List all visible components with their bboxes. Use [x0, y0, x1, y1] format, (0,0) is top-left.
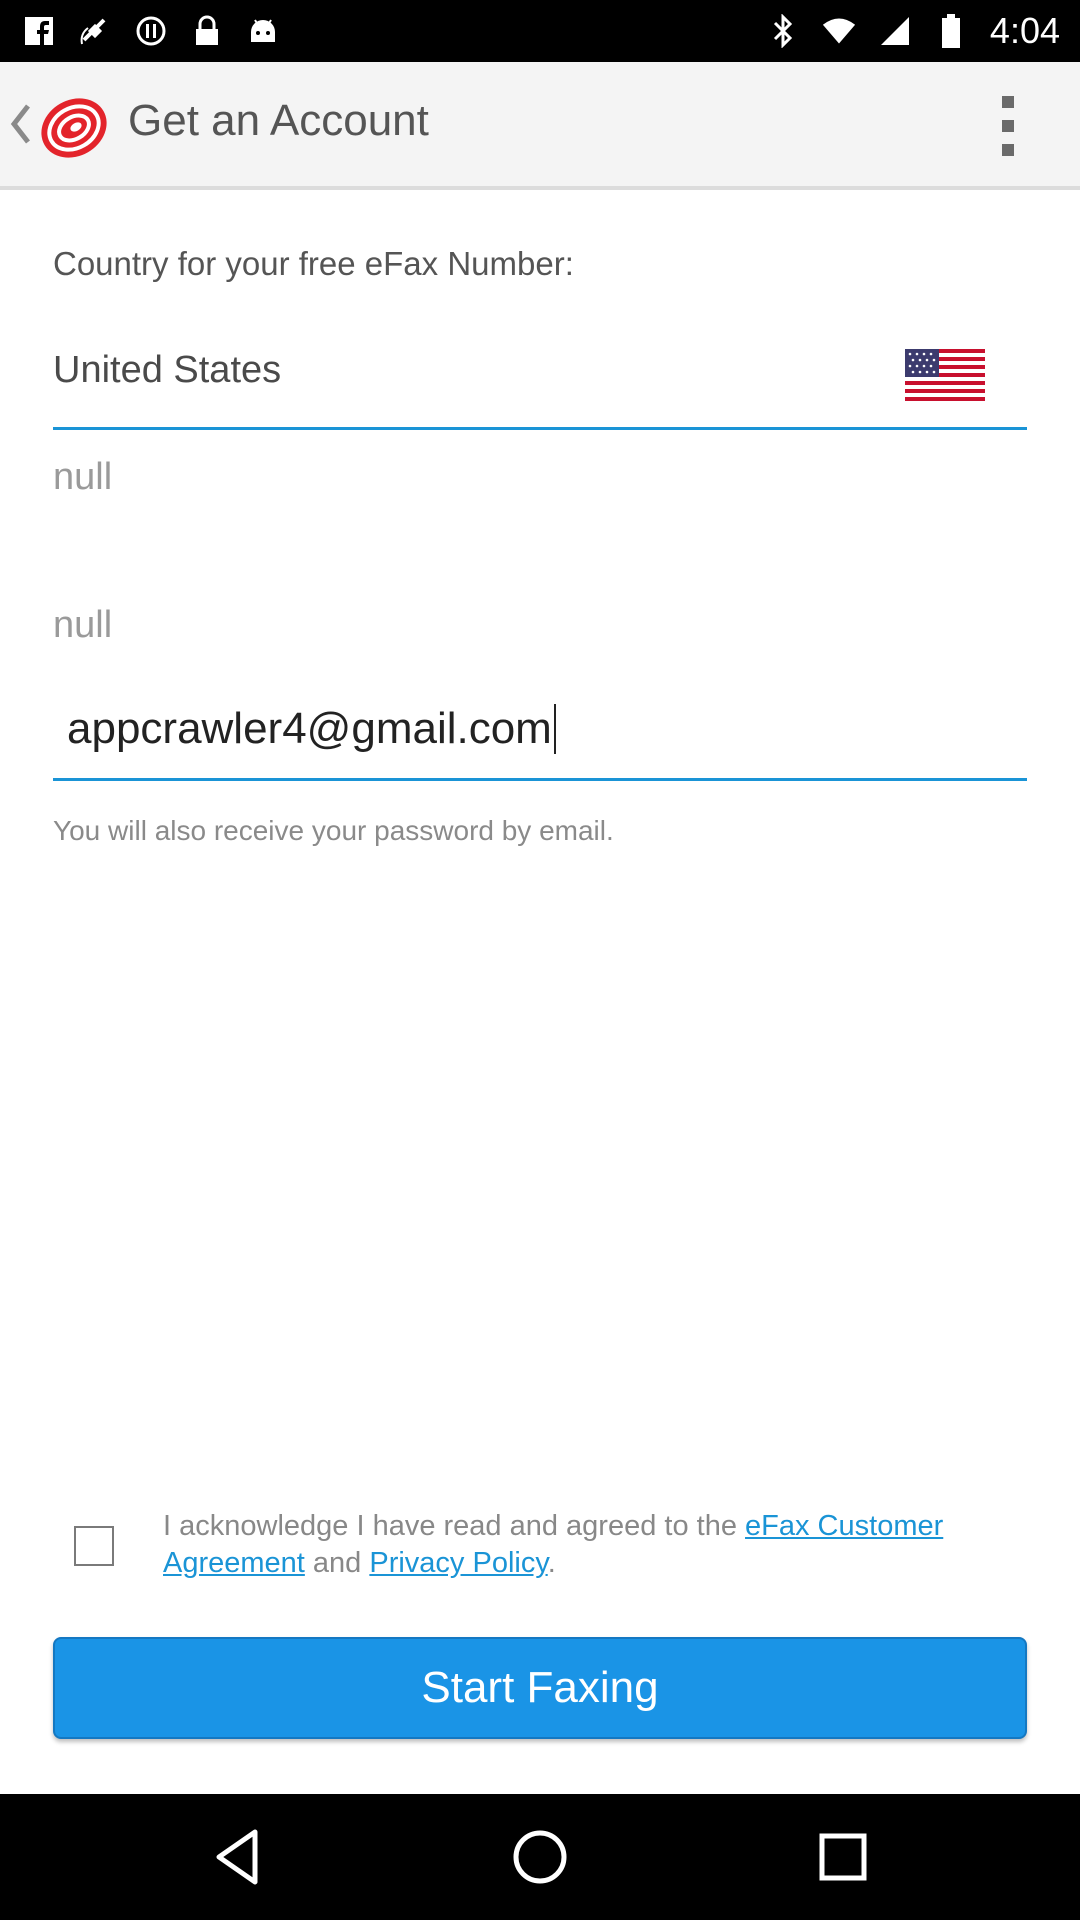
email-value: appcrawler4@gmail.com [67, 704, 556, 754]
page-title: Get an Account [128, 96, 429, 145]
status-left-icons [22, 10, 280, 52]
us-flag-icon [905, 349, 985, 401]
status-time: 4:04 [989, 10, 1060, 51]
navigation-bar [0, 1794, 1080, 1920]
facebook-icon [22, 14, 56, 48]
country-selector[interactable]: United States [53, 335, 1027, 430]
agreement-text: I acknowledge I have read and agreed to … [163, 1508, 1023, 1582]
country-label: Country for your free eFax Number: [53, 245, 574, 282]
email-field[interactable]: appcrawler4@gmail.com [53, 690, 1027, 781]
agreement-text-after: . [547, 1547, 556, 1579]
country-value: United States [53, 349, 282, 391]
bluetooth-icon [766, 14, 800, 48]
status-right-icons: 4:04 [766, 10, 1060, 52]
menu-dot [1002, 144, 1014, 156]
recents-nav-icon[interactable] [808, 1822, 878, 1892]
password-hint: You will also receive your password by e… [53, 815, 614, 846]
first-name-field[interactable]: null [53, 456, 1027, 516]
lock-icon [190, 14, 224, 48]
home-nav-icon[interactable] [505, 1822, 575, 1892]
android-icon [246, 14, 280, 48]
last-name-field[interactable]: null [53, 604, 1027, 664]
action-bar: Get an Account [0, 62, 1080, 190]
privacy-policy-link[interactable]: Privacy Policy [369, 1547, 547, 1579]
back-chevron-icon[interactable] [8, 102, 34, 146]
back-nav-icon[interactable] [203, 1822, 273, 1892]
agreement-text-and: and [304, 1547, 370, 1579]
menu-dot [1002, 120, 1014, 132]
fake-gps-icon [78, 14, 112, 48]
agreement-text-before: I acknowledge I have read and agreed to … [163, 1510, 746, 1542]
wifi-icon [822, 14, 856, 48]
status-bar: 4:04 [0, 0, 1080, 62]
agreement-checkbox[interactable] [74, 1526, 114, 1566]
signal-icon [878, 14, 912, 48]
start-faxing-button[interactable]: Start Faxing [53, 1637, 1027, 1739]
sync-icon [134, 14, 168, 48]
menu-dot [1002, 96, 1014, 108]
overflow-menu-icon[interactable] [988, 96, 1028, 156]
efax-logo-icon[interactable] [36, 90, 114, 162]
battery-icon [934, 14, 968, 48]
